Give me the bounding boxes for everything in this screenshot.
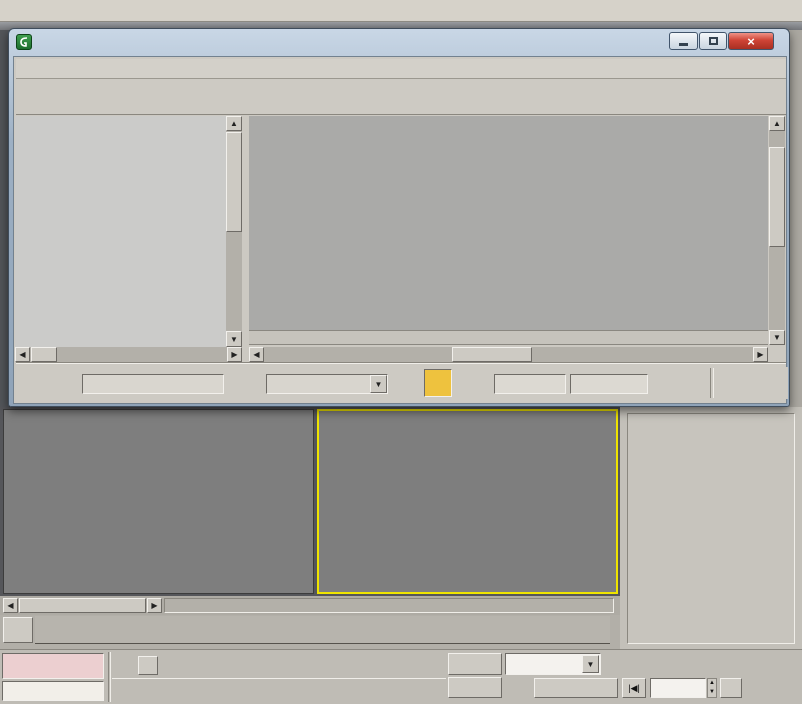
selection-set-dropdown[interactable]: ▼ (266, 374, 388, 394)
curve-graph[interactable] (249, 116, 768, 330)
key-value-field[interactable] (570, 374, 648, 394)
time-slider-prev[interactable]: ◀ (3, 598, 18, 613)
selection-lock-icon[interactable] (114, 655, 132, 675)
statusbar-divider (108, 652, 111, 702)
tree-scroll-left[interactable]: ◀ (15, 347, 30, 362)
time-slider-next[interactable]: ▶ (147, 598, 162, 613)
tree-hscroll-thumb[interactable] (31, 347, 57, 362)
time-slider-row: ◀ ▶ (0, 596, 620, 615)
graph-time-ruler[interactable] (249, 330, 768, 345)
selection-set-combo[interactable]: ▼ (505, 653, 601, 675)
track-sets-button[interactable] (396, 369, 422, 397)
default-tangent-icon[interactable] (505, 678, 531, 698)
dope-sheet-layout-button[interactable] (454, 369, 482, 397)
current-frame-field[interactable] (650, 678, 706, 698)
trackview-footer: ▼ (16, 363, 786, 403)
graph-scroll-down[interactable]: ▼ (769, 330, 785, 345)
set-key-button[interactable] (448, 677, 502, 698)
graph-vscroll-thumb[interactable] (769, 147, 785, 247)
main-menubar (0, 0, 802, 22)
curve-layout-button[interactable] (424, 369, 452, 397)
tree-vscroll-thumb[interactable] (226, 132, 242, 232)
time-tag-field[interactable] (2, 681, 104, 701)
viewport-nav-row2 (748, 678, 802, 700)
graph-scroll-up[interactable]: ▲ (769, 116, 785, 131)
graph-scroll-left[interactable]: ◀ (249, 347, 264, 362)
minimize-button[interactable] (669, 32, 698, 50)
selection-set-combo-arrow[interactable]: ▼ (582, 655, 599, 673)
key-stats-icon[interactable] (658, 368, 702, 398)
coordinate-fields (162, 656, 394, 676)
time-configuration-button[interactable] (720, 678, 742, 698)
mini-curve-editor-button[interactable] (3, 617, 33, 643)
graph-scroll-right[interactable]: ▶ (753, 347, 768, 362)
prompt-line (112, 678, 446, 701)
track-bar-ruler[interactable] (35, 616, 610, 644)
viewport-left-active[interactable] (317, 409, 618, 594)
maximize-button[interactable] (699, 32, 727, 50)
auto-key-button[interactable] (448, 653, 502, 675)
status-bar: ▼ |◀| ▲▼ (0, 649, 802, 704)
graph-hscroll-thumb[interactable] (452, 347, 532, 362)
zoom-horizontal-extents-button[interactable] (720, 367, 752, 399)
footer-separator (710, 368, 714, 398)
trackview-window-icon (16, 34, 32, 50)
key-time-field[interactable] (494, 374, 566, 394)
select-by-name-icon[interactable] (234, 370, 264, 398)
controller-tree (15, 116, 242, 347)
frame-spinner[interactable]: ▲▼ (707, 678, 717, 698)
command-panel (620, 407, 802, 650)
key-filters-button[interactable] (534, 678, 618, 698)
viewport-nav-row1 (748, 653, 802, 675)
key-mode-toggle[interactable]: |◀| (622, 678, 646, 698)
trackview-menubar (16, 59, 786, 79)
track-selection-input[interactable] (82, 374, 224, 394)
maxscript-mini-listener[interactable] (2, 653, 104, 679)
playback-controls (622, 653, 762, 675)
trackview-window: × ▲ ▼ ◀ ▶ ◀ ▶ ▲ ▼ (8, 28, 790, 407)
tree-scroll-up[interactable]: ▲ (226, 116, 242, 131)
absolute-mode-button[interactable] (138, 656, 158, 675)
tree-scroll-down[interactable]: ▼ (226, 331, 242, 347)
close-button[interactable]: × (728, 32, 774, 50)
trackview-toolbar (16, 79, 786, 115)
right-dock-strip (788, 30, 802, 410)
frame-readout[interactable] (19, 598, 146, 613)
track-bar (0, 615, 620, 649)
zoom-value-extents-button[interactable] (756, 367, 788, 399)
command-panel-rollout (627, 413, 795, 644)
zoom-selected-object-icon[interactable] (46, 370, 74, 398)
selection-set-arrow[interactable]: ▼ (370, 375, 387, 393)
trackview-client: ▲ ▼ ◀ ▶ ◀ ▶ ▲ ▼ ▼ (13, 56, 787, 404)
viewport-front[interactable] (3, 409, 314, 594)
time-slider-track[interactable] (164, 598, 614, 613)
tree-scroll-right[interactable]: ▶ (227, 347, 242, 362)
